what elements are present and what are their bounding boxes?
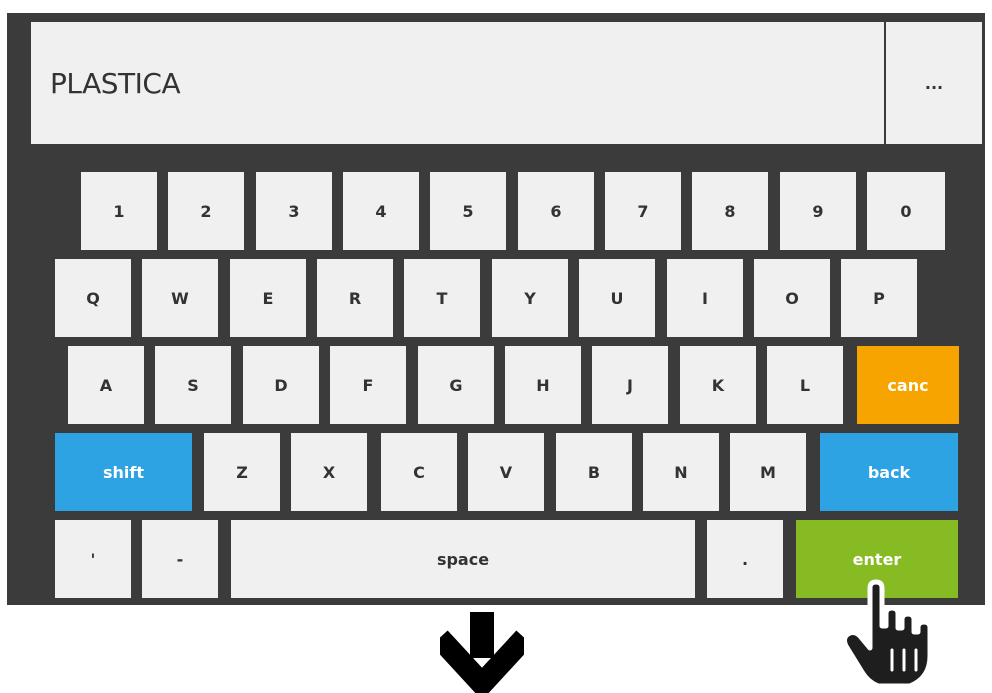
more-options-button[interactable]: ...: [886, 22, 982, 144]
key-z[interactable]: Z: [204, 433, 280, 511]
shift-button[interactable]: shift: [55, 433, 192, 511]
key-v[interactable]: V: [468, 433, 544, 511]
key-s[interactable]: S: [155, 346, 231, 424]
key-4[interactable]: 4: [343, 172, 419, 250]
display-value: PLASTICA: [50, 66, 181, 100]
key-7[interactable]: 7: [605, 172, 681, 250]
key-l[interactable]: L: [767, 346, 843, 424]
key-x[interactable]: X: [291, 433, 367, 511]
key-h[interactable]: H: [505, 346, 581, 424]
key-2[interactable]: 2: [168, 172, 244, 250]
back-button[interactable]: back: [820, 433, 958, 511]
key-0[interactable]: 0: [867, 172, 945, 250]
key-dot[interactable]: .: [707, 520, 783, 598]
key-k[interactable]: K: [680, 346, 756, 424]
key-w[interactable]: W: [142, 259, 218, 337]
key-9[interactable]: 9: [780, 172, 856, 250]
key-n[interactable]: N: [643, 433, 719, 511]
space-button[interactable]: space: [231, 520, 695, 598]
key-e[interactable]: E: [230, 259, 306, 337]
key-dash[interactable]: -: [142, 520, 218, 598]
key-f[interactable]: F: [330, 346, 406, 424]
key-t[interactable]: T: [404, 259, 480, 337]
text-display[interactable]: PLASTICA: [31, 22, 884, 144]
key-a[interactable]: A: [68, 346, 144, 424]
key-i[interactable]: I: [667, 259, 743, 337]
key-apostrophe[interactable]: ': [55, 520, 131, 598]
key-q[interactable]: Q: [55, 259, 131, 337]
key-o[interactable]: O: [754, 259, 830, 337]
key-j[interactable]: J: [592, 346, 668, 424]
key-d[interactable]: D: [243, 346, 319, 424]
key-1[interactable]: 1: [81, 172, 157, 250]
key-c[interactable]: C: [381, 433, 457, 511]
key-y[interactable]: Y: [492, 259, 568, 337]
hand-pointer-icon: [841, 579, 933, 689]
key-3[interactable]: 3: [256, 172, 332, 250]
canc-button[interactable]: canc: [857, 346, 959, 424]
key-u[interactable]: U: [579, 259, 655, 337]
key-8[interactable]: 8: [692, 172, 768, 250]
key-r[interactable]: R: [317, 259, 393, 337]
key-6[interactable]: 6: [518, 172, 594, 250]
key-m[interactable]: M: [730, 433, 806, 511]
key-5[interactable]: 5: [430, 172, 506, 250]
key-g[interactable]: G: [418, 346, 494, 424]
key-p[interactable]: P: [841, 259, 917, 337]
key-b[interactable]: B: [556, 433, 632, 511]
arrow-down-icon: [440, 612, 524, 693]
